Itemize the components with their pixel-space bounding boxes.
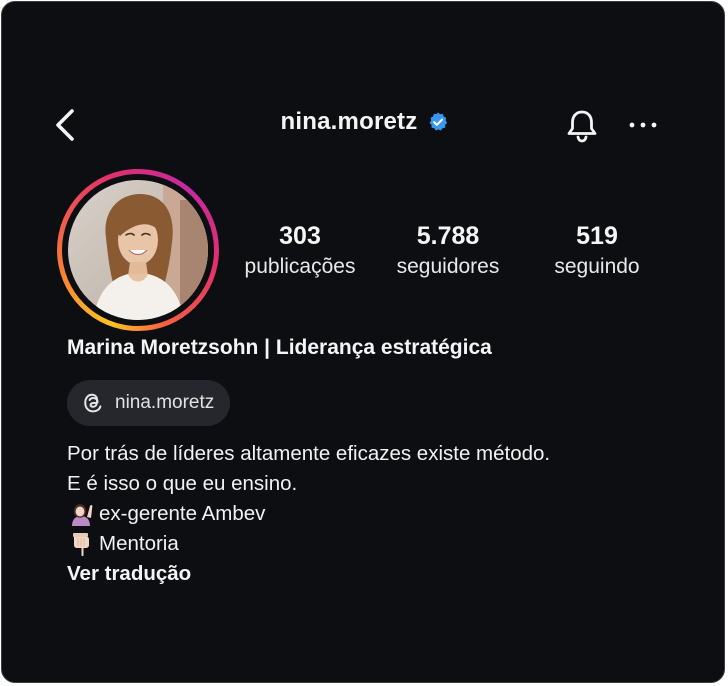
bio-line-1: Por trás de líderes altamente eficazes e… (67, 442, 551, 465)
profile-photo (68, 180, 208, 320)
header-title: nina.moretz (4, 108, 724, 136)
pointing-down-hand-icon (73, 533, 89, 557)
following-label: seguindo (554, 255, 640, 278)
bell-icon[interactable] (562, 106, 602, 146)
following-count: 519 (576, 222, 618, 250)
avatar[interactable] (57, 169, 219, 331)
verified-badge-icon (430, 112, 448, 131)
woman-raising-hand-icon (72, 504, 93, 526)
posts-stat[interactable]: 303 publicações (230, 220, 370, 281)
threads-handle: nina.moretz (115, 392, 215, 413)
posts-label: publicações (244, 255, 356, 278)
bio-line-4-text: Mentoria (99, 532, 179, 555)
profile-screen: nina.moretz 303 publicações 5.788 seguid… (1, 1, 725, 683)
profile-full-name: Marina Moretzsohn | Liderança estratégic… (67, 336, 492, 359)
profile-bio: Por trás de líderes altamente eficazes e… (67, 439, 550, 589)
followers-label: seguidores (396, 255, 500, 278)
bio-line-3: ex-gerente Ambev (67, 499, 550, 529)
followers-count: 5.788 (416, 222, 480, 250)
more-horizontal-icon[interactable] (626, 108, 660, 142)
bio-line-3-text: ex-gerente Ambev (99, 502, 266, 525)
bio-line-4: Mentoria (67, 529, 550, 559)
followers-stat[interactable]: 5.788 seguidores (382, 220, 514, 281)
posts-count: 303 (279, 222, 321, 250)
bio-line-2: E é isso o que eu ensino. (67, 472, 298, 495)
threads-icon (84, 393, 102, 413)
username: nina.moretz (280, 108, 418, 135)
following-stat[interactable]: 519 seguindo (542, 220, 652, 281)
threads-link[interactable]: nina.moretz (67, 380, 231, 426)
see-translation-link[interactable]: Ver tradução (67, 559, 550, 589)
